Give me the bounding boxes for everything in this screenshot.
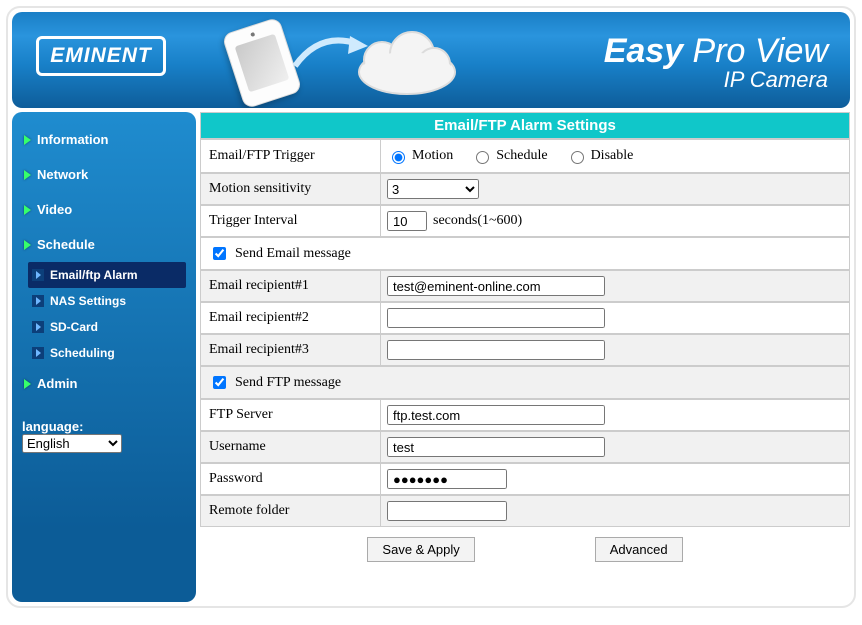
ftp-server-label: FTP Server [201, 400, 381, 430]
send-email-label: Send Email message [235, 246, 351, 262]
recipient3-input[interactable] [387, 340, 605, 360]
sidebar-item-video[interactable]: Video [22, 192, 186, 227]
triangle-icon [32, 269, 44, 281]
sidebar-item-network[interactable]: Network [22, 157, 186, 192]
sidebar-item-label: NAS Settings [50, 294, 126, 308]
sidebar-item-information[interactable]: Information [22, 122, 186, 157]
product-name-bold: Easy [604, 32, 683, 70]
recipient3-label: Email recipient#3 [201, 335, 381, 365]
remote-folder-input[interactable] [387, 501, 507, 521]
triangle-icon [24, 379, 31, 389]
language-row: language: English [22, 419, 186, 453]
sidebar-item-label: Video [37, 202, 72, 217]
interval-label: Trigger Interval [201, 206, 381, 236]
row-username: Username [200, 431, 850, 463]
row-recipient3: Email recipient#3 [200, 334, 850, 366]
row-send-ftp: Send FTP message [200, 366, 850, 399]
row-trigger: Email/FTP Trigger Motion Schedule Disabl… [200, 139, 850, 173]
sidebar-item-label: Information [37, 132, 109, 147]
recipient1-input[interactable] [387, 276, 605, 296]
row-interval: Trigger Interval seconds(1~600) [200, 205, 850, 237]
sidebar-item-label: Network [37, 167, 88, 182]
row-send-email: Send Email message [200, 237, 850, 270]
sidebar-item-label: Admin [37, 376, 77, 391]
send-ftp-label: Send FTP message [235, 375, 341, 391]
radio-label: Motion [412, 148, 453, 164]
recipient1-label: Email recipient#1 [201, 271, 381, 301]
recipient2-input[interactable] [387, 308, 605, 328]
trigger-label: Email/FTP Trigger [201, 140, 381, 172]
sensitivity-label: Motion sensitivity [201, 174, 381, 204]
send-email-checkbox[interactable] [213, 247, 226, 260]
sidebar-item-label: Schedule [37, 237, 95, 252]
sidebar-subitem-email-ftp-alarm[interactable]: Email/ftp Alarm [28, 262, 186, 288]
row-sensitivity: Motion sensitivity 3 [200, 173, 850, 205]
triangle-icon [24, 240, 31, 250]
sidebar-item-admin[interactable]: Admin [22, 366, 186, 401]
recipient2-label: Email recipient#2 [201, 303, 381, 333]
button-bar: Save & Apply Advanced [200, 527, 850, 572]
sidebar-subitem-nas-settings[interactable]: NAS Settings [28, 288, 186, 314]
triangle-icon [32, 295, 44, 307]
radio-label: Schedule [496, 148, 547, 164]
remote-folder-label: Remote folder [201, 496, 381, 526]
triangle-icon [24, 205, 31, 215]
sidebar-item-label: Email/ftp Alarm [50, 268, 138, 282]
row-recipient2: Email recipient#2 [200, 302, 850, 334]
row-ftp-server: FTP Server [200, 399, 850, 431]
triangle-icon [24, 135, 31, 145]
sensitivity-select[interactable]: 3 [387, 179, 479, 199]
send-ftp-checkbox[interactable] [213, 376, 226, 389]
save-apply-button[interactable]: Save & Apply [367, 537, 474, 562]
row-password: Password [200, 463, 850, 495]
trigger-radio-schedule[interactable] [476, 151, 489, 164]
advanced-button[interactable]: Advanced [595, 537, 683, 562]
sidebar-item-schedule[interactable]: Schedule [22, 227, 186, 262]
language-select[interactable]: English [22, 434, 122, 453]
sidebar: Information Network Video Schedule [12, 112, 196, 602]
header-banner: EMINENT Easy Pro View IP Camera [12, 12, 850, 108]
ftp-server-input[interactable] [387, 405, 605, 425]
app-frame: EMINENT Easy Pro View IP Camera Informat… [6, 6, 856, 608]
username-label: Username [201, 432, 381, 462]
sidebar-item-label: SD-Card [50, 320, 98, 334]
trigger-option-motion[interactable]: Motion [387, 148, 453, 164]
cloud-icon [352, 30, 462, 100]
radio-label: Disable [591, 148, 634, 164]
triangle-icon [32, 347, 44, 359]
product-name: Easy Pro View IP Camera [604, 32, 828, 93]
interval-suffix: seconds(1~600) [433, 213, 522, 229]
row-remote-folder: Remote folder [200, 495, 850, 527]
sidebar-subitem-sd-card[interactable]: SD-Card [28, 314, 186, 340]
brand-logo: EMINENT [36, 36, 166, 76]
product-name-light: Pro View [683, 32, 828, 70]
password-label: Password [201, 464, 381, 494]
trigger-option-disable[interactable]: Disable [566, 148, 634, 164]
sidebar-item-label: Scheduling [50, 346, 115, 360]
row-recipient1: Email recipient#1 [200, 270, 850, 302]
language-label: language: [22, 419, 83, 434]
username-input[interactable] [387, 437, 605, 457]
panel-title: Email/FTP Alarm Settings [200, 112, 850, 139]
password-input[interactable] [387, 469, 507, 489]
triangle-icon [24, 170, 31, 180]
trigger-option-schedule[interactable]: Schedule [471, 148, 547, 164]
trigger-radio-disable[interactable] [571, 151, 584, 164]
triangle-icon [32, 321, 44, 333]
trigger-radio-motion[interactable] [392, 151, 405, 164]
main-panel: Email/FTP Alarm Settings Email/FTP Trigg… [200, 112, 850, 602]
interval-input[interactable] [387, 211, 427, 231]
sidebar-subitem-scheduling[interactable]: Scheduling [28, 340, 186, 366]
